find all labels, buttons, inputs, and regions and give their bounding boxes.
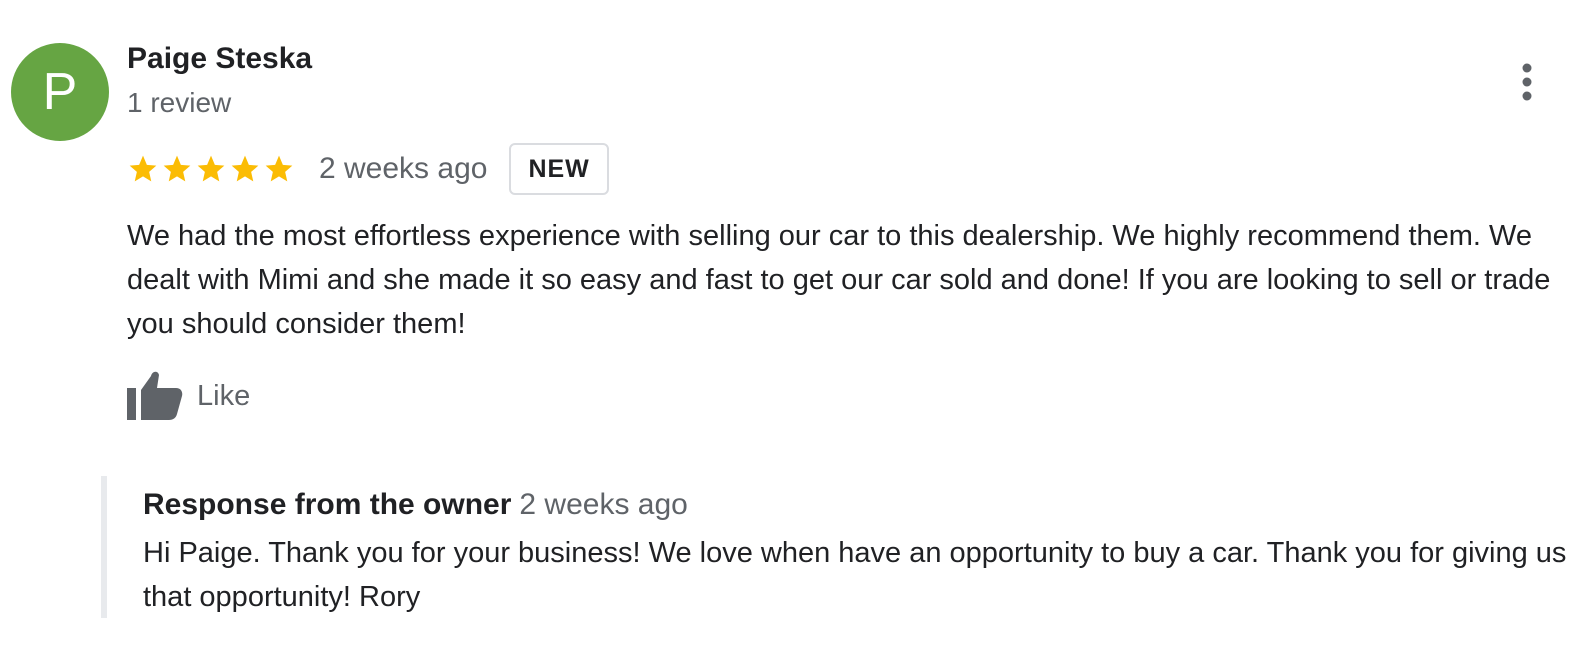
star-rating bbox=[127, 153, 297, 185]
owner-response-text: Hi Paige. Thank you for your business! W… bbox=[143, 537, 1567, 613]
rating-row: 2 weeks ago NEW bbox=[127, 143, 609, 195]
star-icon bbox=[163, 155, 191, 182]
more-options-button[interactable] bbox=[1512, 62, 1542, 104]
review-text: We had the most effortless experience wi… bbox=[127, 220, 1551, 340]
star-icon bbox=[197, 155, 225, 182]
thumbs-up-icon bbox=[127, 371, 183, 420]
owner-response: Response from the owner 2 weeks ago Hi Pa… bbox=[101, 476, 1587, 618]
owner-response-header: Response from the owner 2 weeks ago bbox=[143, 488, 688, 522]
reviewer-name[interactable]: Paige Steska bbox=[127, 42, 312, 76]
reviewer-avatar[interactable]: P bbox=[11, 43, 109, 141]
owner-response-time: 2 weeks ago bbox=[519, 488, 688, 521]
review-time: 2 weeks ago bbox=[319, 152, 488, 185]
star-icon bbox=[231, 155, 259, 182]
like-button[interactable]: Like bbox=[127, 370, 250, 422]
more-vert-icon bbox=[1522, 63, 1532, 101]
new-badge: NEW bbox=[509, 143, 609, 195]
like-label: Like bbox=[197, 379, 251, 412]
star-icon bbox=[265, 155, 293, 182]
reviewer-review-count: 1 review bbox=[127, 87, 232, 118]
owner-response-title: Response from the owner bbox=[143, 488, 512, 521]
star-icon bbox=[129, 155, 157, 182]
